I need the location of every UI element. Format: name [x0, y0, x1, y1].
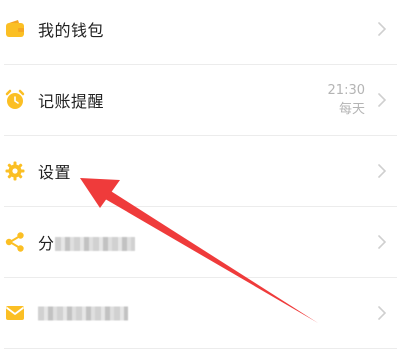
- share-label-visible: 分: [38, 233, 55, 253]
- menu-item-settings[interactable]: 设置: [0, 135, 397, 206]
- menu-item-label: 记账提醒: [38, 91, 105, 111]
- menu-item-share[interactable]: 分: [0, 206, 397, 277]
- alarm-clock-icon: [5, 89, 25, 109]
- reminder-schedule: 21:30 每天: [328, 81, 365, 119]
- blurred-text: [38, 306, 128, 321]
- divider: [4, 348, 397, 349]
- share-icon: [5, 231, 24, 252]
- reminder-time: 21:30: [327, 82, 365, 98]
- gear-icon: [5, 161, 25, 180]
- menu-item-label: [38, 303, 128, 322]
- chevron-right-icon: [378, 305, 387, 320]
- reminder-frequency: 每天: [338, 101, 365, 117]
- menu-item-label: 我的钱包: [38, 20, 105, 40]
- menu-item-wallet[interactable]: 我的钱包: [0, 0, 397, 64]
- menu-item-reminder[interactable]: 记账提醒 21:30 每天: [0, 64, 397, 135]
- menu-item-mail[interactable]: [0, 277, 397, 348]
- mail-icon: [6, 305, 24, 320]
- chevron-right-icon: [378, 234, 387, 249]
- settings-menu: 我的钱包 记账提醒 21:30 每天 设置 分: [0, 0, 397, 354]
- chevron-right-icon: [378, 163, 387, 178]
- blurred-text: [54, 237, 135, 251]
- menu-item-label: 分: [38, 230, 135, 254]
- chevron-right-icon: [378, 21, 387, 36]
- chevron-right-icon: [378, 92, 387, 107]
- wallet-icon: [6, 19, 24, 37]
- menu-item-label: 设置: [38, 162, 72, 182]
